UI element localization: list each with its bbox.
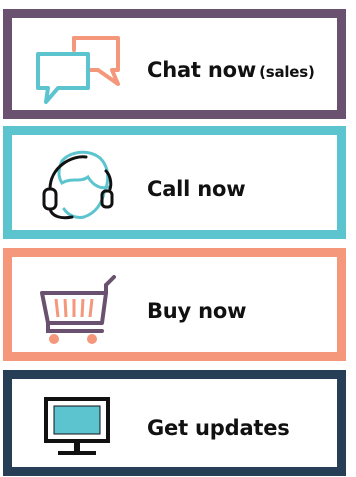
chat-bubbles-icon	[36, 36, 120, 104]
call-now-label: Call now	[147, 177, 246, 201]
chat-now-label: Chat now (sales)	[147, 58, 315, 82]
buy-now-label: Buy now	[147, 299, 247, 323]
chat-now-sales-card[interactable]: Chat now (sales)	[3, 9, 346, 119]
buy-now-card[interactable]: Buy now	[3, 248, 346, 361]
headset-agent-icon	[42, 150, 114, 220]
monitor-icon	[44, 397, 110, 455]
get-updates-card[interactable]: Get updates	[3, 370, 346, 476]
chat-now-text: Chat now	[147, 58, 257, 82]
shopping-cart-icon	[40, 275, 116, 344]
get-updates-label: Get updates	[147, 416, 290, 440]
chat-sales-subtext: (sales)	[259, 63, 315, 81]
call-now-card[interactable]: Call now	[3, 126, 346, 239]
